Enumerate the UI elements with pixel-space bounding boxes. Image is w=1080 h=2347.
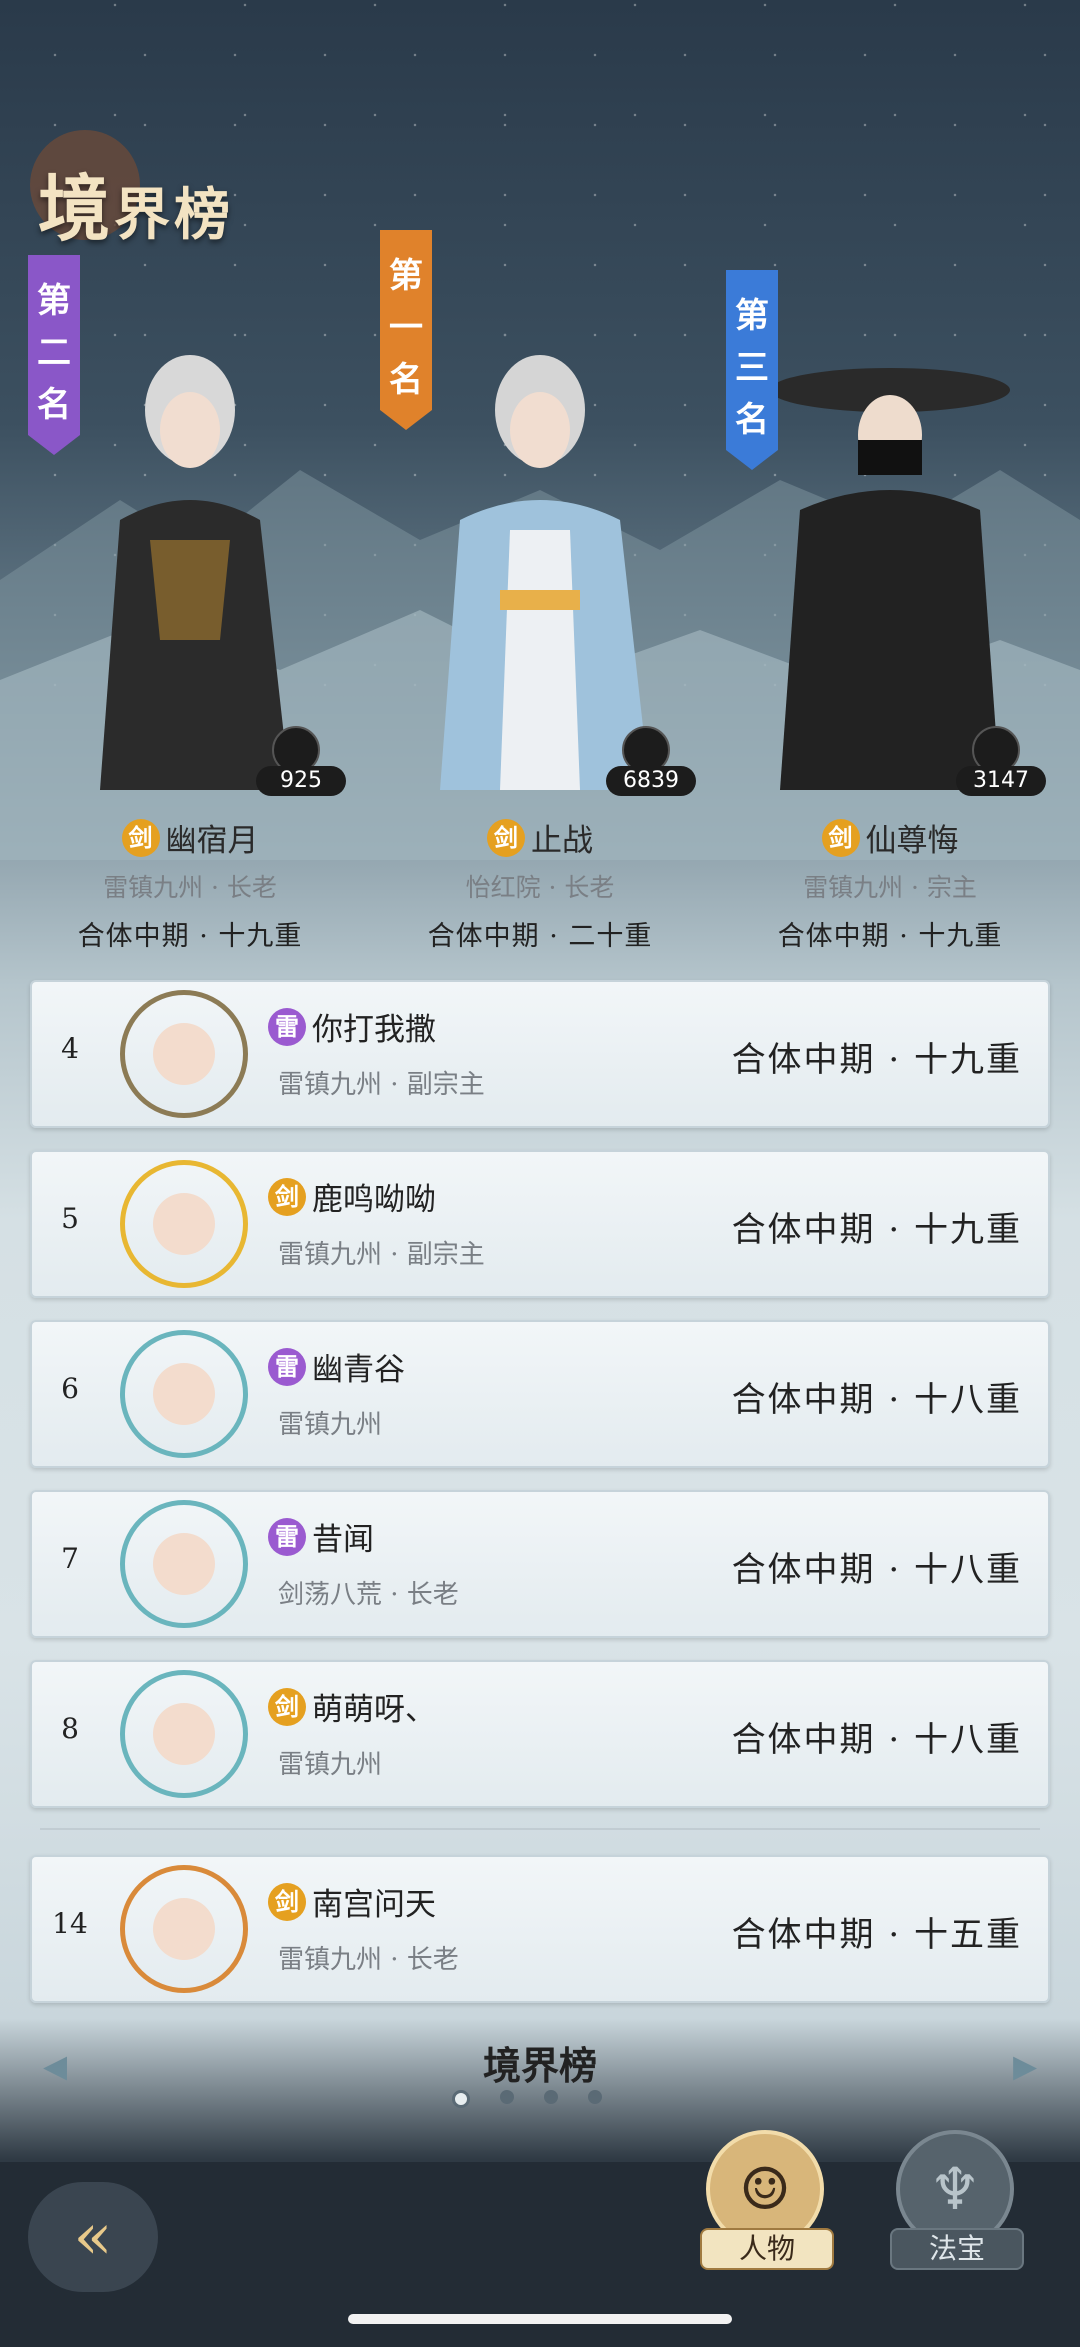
player-affiliation: 雷镇九州 [278, 1410, 383, 1440]
thunder-sect-icon: 雷 [268, 1007, 306, 1046]
ranking-row[interactable]: 4 雷你打我撒 雷镇九州 · 副宗主 合体中期 · 十九重 [30, 980, 1050, 1128]
player-name: 萌萌呀、 [312, 1692, 436, 1728]
like-count: 3147 [956, 766, 1046, 796]
player-avatar[interactable] [120, 1500, 248, 1628]
player-realm: 合体中期 · 十五重 [731, 1915, 1022, 1955]
sword-sect-icon: 剑 [121, 818, 160, 857]
player-affiliation: 雷镇九州 · 副宗主 [278, 1070, 485, 1100]
sword-sect-icon: 剑 [268, 1882, 306, 1921]
tab-person[interactable]: ☺ 人物 [700, 2130, 834, 2270]
player-name: 南宫问天 [312, 1887, 436, 1923]
player-affiliation: 雷镇九州 · 宗主 [803, 873, 977, 902]
page-dot[interactable] [588, 2090, 602, 2104]
player-name: 鹿鸣呦呦 [312, 1182, 436, 1218]
player-realm: 合体中期 · 二十重 [427, 921, 653, 952]
tab-treasure-label: 法宝 [890, 2228, 1024, 2270]
player-realm: 合体中期 · 十八重 [731, 1380, 1022, 1420]
ranking-row[interactable]: 5 剑鹿鸣呦呦 雷镇九州 · 副宗主 合体中期 · 十九重 [30, 1150, 1050, 1298]
page-dot[interactable] [452, 2090, 470, 2108]
top-player-info-third[interactable]: 剑仙尊悔 雷镇九州 · 宗主 合体中期 · 十九重 [725, 815, 1055, 953]
like-count: 6839 [606, 766, 696, 796]
player-realm: 合体中期 · 十九重 [77, 921, 303, 952]
player-affiliation: 雷镇九州 · 长老 [278, 1945, 459, 1975]
thunder-sect-icon: 雷 [268, 1347, 306, 1386]
divider [40, 1828, 1040, 1830]
player-name: 你打我撒 [312, 1012, 436, 1048]
rank-number: 4 [61, 1032, 79, 1065]
player-affiliation: 剑荡八荒 · 长老 [278, 1580, 459, 1610]
rank-number: 5 [61, 1202, 79, 1235]
player-affiliation: 怡红院 · 长老 [465, 873, 615, 902]
home-indicator[interactable] [348, 2314, 732, 2324]
rank-number: 6 [61, 1372, 79, 1405]
tab-person-label: 人物 [700, 2228, 834, 2270]
player-name: 仙尊悔 [865, 823, 959, 859]
player-affiliation: 雷镇九州 · 长老 [103, 873, 277, 902]
player-name: 昔闻 [312, 1522, 374, 1558]
player-avatar[interactable] [120, 1160, 248, 1288]
character-figure [100, 355, 290, 790]
sword-sect-icon: 剑 [821, 818, 860, 857]
player-name: 幽宿月 [165, 823, 259, 859]
ranking-row[interactable]: 6 雷幽青谷 雷镇九州 合体中期 · 十八重 [30, 1320, 1050, 1468]
player-name: 幽青谷 [312, 1352, 405, 1388]
player-affiliation: 雷镇九州 · 副宗主 [278, 1240, 485, 1270]
player-realm: 合体中期 · 十八重 [731, 1550, 1022, 1590]
sword-sect-icon: 剑 [487, 818, 525, 857]
leaderboard-title: 境界榜 [482, 2043, 597, 2088]
rank-banner-third: 第三名 [726, 270, 778, 470]
chevron-right-icon[interactable]: ▸ [1000, 2035, 1050, 2095]
player-avatar[interactable] [120, 1670, 248, 1798]
like-count: 925 [256, 766, 346, 796]
player-realm: 合体中期 · 十九重 [731, 1040, 1022, 1080]
rank-number: 8 [61, 1712, 79, 1745]
player-avatar[interactable] [120, 1330, 248, 1458]
thunder-sect-icon: 雷 [268, 1517, 306, 1556]
rank-number: 7 [61, 1542, 79, 1575]
page-dot[interactable] [500, 2090, 514, 2104]
page-dot[interactable] [544, 2090, 558, 2104]
player-realm: 合体中期 · 十八重 [731, 1720, 1022, 1760]
sword-sect-icon: 剑 [268, 1687, 306, 1726]
character-figure [440, 355, 650, 790]
rank-number: 14 [52, 1907, 88, 1940]
player-avatar[interactable] [120, 990, 248, 1118]
podium-second[interactable]: 第二名 925 [20, 255, 360, 800]
top-player-info-first[interactable]: 剑止战 怡红院 · 长老 合体中期 · 二十重 [375, 815, 705, 953]
player-avatar[interactable] [120, 1865, 248, 1993]
player-realm: 合体中期 · 十九重 [731, 1210, 1022, 1250]
ranking-row[interactable]: 8 剑萌萌呀、 雷镇九州 合体中期 · 十八重 [30, 1660, 1050, 1808]
rank-banner-first: 第一名 [380, 230, 432, 430]
ranking-row[interactable]: 7 雷昔闻 剑荡八荒 · 长老 合体中期 · 十八重 [30, 1490, 1050, 1638]
tab-treasure[interactable]: ♆ 法宝 [890, 2130, 1024, 2270]
character-figure [770, 368, 1010, 790]
top-player-info-second[interactable]: 剑幽宿月 雷镇九州 · 长老 合体中期 · 十九重 [25, 815, 355, 953]
podium-third[interactable]: 第三名 3147 [720, 270, 1060, 800]
podium-first[interactable]: 第一名 6839 [370, 230, 710, 800]
page-indicator[interactable] [452, 2090, 602, 2108]
back-arrow-icon[interactable]: « [28, 2182, 158, 2292]
rank-banner-second: 第二名 [28, 255, 80, 455]
player-realm: 合体中期 · 十九重 [777, 921, 1003, 952]
self-ranking-row[interactable]: 14 剑南宫问天 雷镇九州 · 长老 合体中期 · 十五重 [30, 1855, 1050, 2003]
player-name: 止战 [531, 823, 593, 859]
sword-sect-icon: 剑 [268, 1177, 306, 1216]
player-affiliation: 雷镇九州 [278, 1750, 383, 1780]
